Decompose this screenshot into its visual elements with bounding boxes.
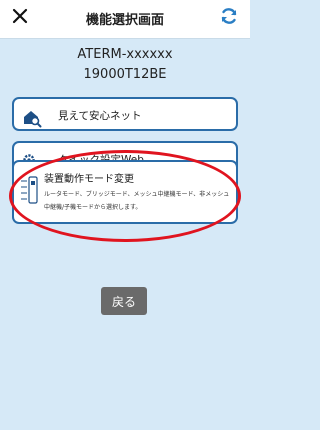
home-search-icon [22,108,42,128]
device-serial: 19000T12BE [83,67,167,82]
mode-switch-icon [20,176,38,206]
device-info: ATERM-xxxxxx 19000T12BE [0,45,250,85]
back-button[interactable]: 戻る [101,287,147,315]
menu-label: 装置動作モード変更 [44,174,134,185]
device-model: ATERM-xxxxxx [77,47,173,62]
menu-description: ルータモード、ブリッジモード、メッシュ中継機モード、非メッシュ中継機/子機モード… [44,191,230,211]
mieru-anshin-net-button[interactable]: 見えて安心ネット [12,97,238,131]
menu-label: 見えて安心ネット [58,110,142,122]
page-title: 機能選択画面 [85,13,164,28]
refresh-icon [219,6,239,30]
top-bar: 機能選択画面 [0,0,250,39]
refresh-button[interactable] [218,7,240,29]
device-mode-change-button[interactable]: 装置動作モード変更 ルータモード、ブリッジモード、メッシュ中継機モード、非メッシ… [12,160,238,224]
